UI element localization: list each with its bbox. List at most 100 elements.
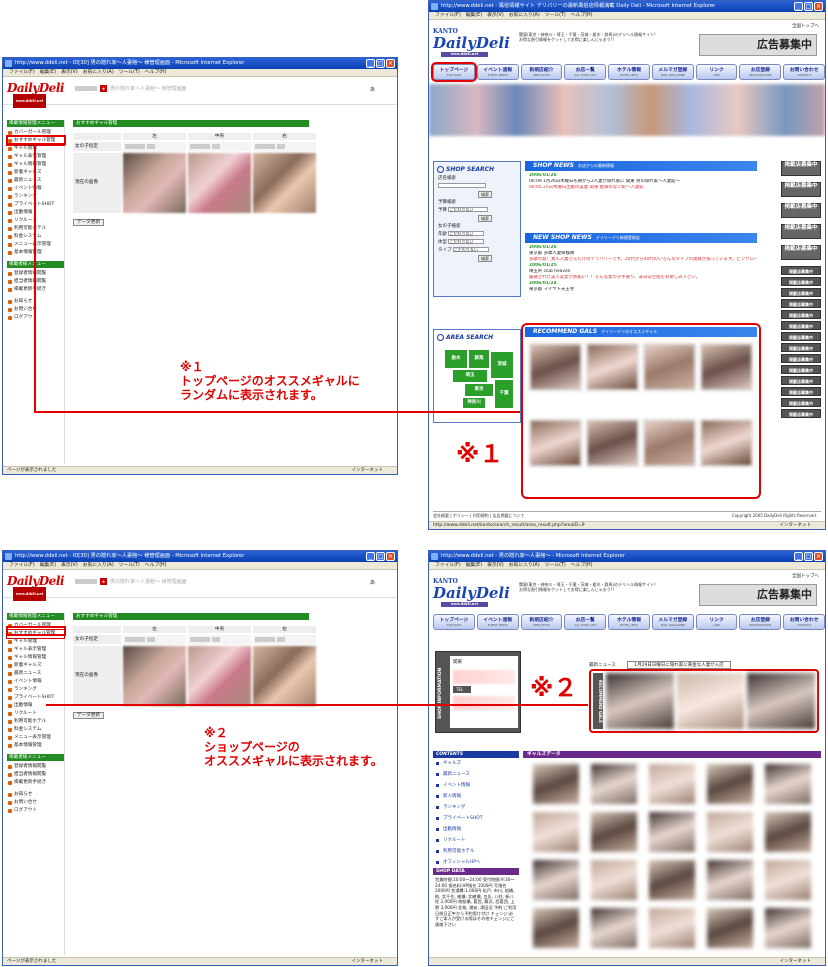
pref-gunma[interactable]: 群馬 <box>468 349 490 369</box>
gal-photo[interactable] <box>765 764 811 804</box>
news-item[interactable]: 00:05 25日木曜日出勤の美妻 関東 姫様のない妃〜人妻館 <box>525 185 757 191</box>
gal-photo[interactable] <box>533 860 579 900</box>
menu-favorites[interactable]: お気に入り(A) <box>509 562 540 569</box>
recommend-gal-photo[interactable] <box>643 419 696 467</box>
nav-button[interactable]: お問い合わせ CONTACT <box>783 614 825 630</box>
nav-button[interactable]: お店登録 REGISTRATION <box>739 614 782 630</box>
close-button[interactable]: × <box>814 552 823 561</box>
nav-button[interactable]: 新規店紹介 NEW SHOP <box>520 614 563 630</box>
menu-help[interactable]: ヘルプ(H) <box>145 69 167 76</box>
recommend-gal-photo[interactable] <box>586 343 639 391</box>
girl-select-left[interactable] <box>123 142 186 151</box>
nav-button[interactable]: お店一覧 ALL SHOP LIST <box>564 64 607 80</box>
sidebar-item[interactable]: お知らせ <box>7 791 64 799</box>
gal-photo[interactable] <box>649 908 695 948</box>
sidebar-item[interactable]: ログアウト <box>7 807 64 815</box>
name-search-input[interactable] <box>438 183 486 188</box>
maximize-button[interactable]: □ <box>376 59 385 68</box>
site-logo[interactable]: KANTO DailyDeli www.ddeli.net <box>433 28 515 57</box>
contents-item[interactable]: 新人情報 <box>433 791 519 802</box>
sidebar-item[interactable]: ギャル情報管理 <box>7 654 64 662</box>
news-item[interactable]: 多摩市発！素人人妻さんだけのデリバリーです。20代から40代のいろんなタイプの奥… <box>525 257 757 263</box>
recommend-gal-photo[interactable] <box>676 673 745 729</box>
pref-kanagawa[interactable]: 神奈川 <box>462 397 486 409</box>
recommend-gal-photo[interactable] <box>606 673 674 729</box>
recommend-gal-photo[interactable] <box>586 419 639 467</box>
news-item[interactable]: 東京都 マイヤト天王寺 <box>525 287 757 293</box>
gal-photo[interactable] <box>649 812 695 852</box>
contents-item[interactable]: オフィシャルHPへ <box>433 857 519 868</box>
sidebar-item[interactable]: 料金システム <box>7 726 64 734</box>
gal-photo[interactable] <box>591 908 637 948</box>
gal-photo[interactable] <box>707 812 753 852</box>
ad-slot-large[interactable]: 掲載店募集中 <box>781 161 821 176</box>
pref-ibaraki[interactable]: 茨城 <box>490 351 514 379</box>
ad-slot-large[interactable]: 掲載店募集中 <box>781 245 821 260</box>
menu-help[interactable]: ヘルプ(H) <box>145 562 167 569</box>
sidebar-item[interactable]: 新着ギャルズ <box>7 662 64 670</box>
maximize-button[interactable]: □ <box>804 552 813 561</box>
recommend-gal-photo[interactable] <box>747 673 816 729</box>
gal-photo[interactable] <box>765 908 811 948</box>
ad-slot-large[interactable]: 掲載店募集中 <box>781 182 821 197</box>
update-button[interactable]: データ更新 <box>73 219 104 226</box>
gal-photo[interactable] <box>533 812 579 852</box>
nav-button[interactable]: お問い合わせ CONTACT <box>783 64 825 80</box>
contents-item[interactable]: 出勤情報 <box>433 824 519 835</box>
update-button[interactable]: データ更新 <box>73 712 104 719</box>
ad-slot-small[interactable]: 掲載店募集中 <box>781 409 821 418</box>
type-select[interactable]: こだわりない <box>452 247 489 252</box>
menu-favorites[interactable]: お気に入り(A) <box>509 12 540 19</box>
gal-photo[interactable] <box>765 812 811 852</box>
recommend-gal-photo[interactable] <box>529 343 582 391</box>
gal-photo[interactable] <box>765 860 811 900</box>
gal-photo[interactable] <box>533 764 579 804</box>
nav-button[interactable]: イベント速報 EVENT NEWS <box>476 64 519 80</box>
ad-slot-small[interactable]: 掲載店募集中 <box>781 277 821 286</box>
ad-banner[interactable]: 広告募集中 <box>699 34 817 56</box>
recommend-gal-photo[interactable] <box>700 419 753 467</box>
minimize-button[interactable]: _ <box>366 552 375 561</box>
menu-help[interactable]: ヘルプ(H) <box>571 12 593 19</box>
menu-edit[interactable]: 編集(E) <box>466 562 482 569</box>
sidebar-item[interactable]: 登録者情報閲覧 <box>7 763 64 771</box>
search-button[interactable]: 検索 <box>478 191 492 198</box>
ad-slot-small[interactable]: 掲載店募集中 <box>781 332 821 341</box>
nav-button[interactable]: トップページ TOP PAGE <box>431 62 477 82</box>
to-top-link[interactable]: 全国トップへ <box>792 23 819 29</box>
nav-button[interactable]: ホテル情報 HOTEL INFO <box>608 614 650 630</box>
contents-item[interactable]: ランキング <box>433 802 519 813</box>
menu-view[interactable]: 表示(V) <box>61 69 78 76</box>
gal-photo[interactable] <box>707 860 753 900</box>
ad-slot-small[interactable]: 掲載店募集中 <box>781 310 821 319</box>
nav-button[interactable]: ホテル情報 HOTEL INFO <box>608 64 650 80</box>
ad-slot-small[interactable]: 掲載店募集中 <box>781 266 821 275</box>
ad-slot-small[interactable]: 掲載店募集中 <box>781 343 821 352</box>
menu-file[interactable]: ファイル(F) <box>9 562 35 569</box>
girl-select-center[interactable] <box>188 635 251 644</box>
pref-saitama[interactable]: 埼玉 <box>452 369 488 383</box>
nav-button[interactable]: リンク LINK <box>695 614 738 630</box>
sidebar-item[interactable]: イベント情報 <box>7 678 64 686</box>
nav-button[interactable]: メルマガ登録 MAIL MAGAZINE <box>651 64 694 80</box>
contents-item[interactable]: 利用可能ホテル <box>433 846 519 857</box>
nav-button[interactable]: お店登録 REGISTRATION <box>739 64 782 80</box>
recommend-gal-photo[interactable] <box>700 343 753 391</box>
pref-tochigi[interactable]: 栃木 <box>444 349 468 369</box>
contents-item[interactable]: イベント情報 <box>433 780 519 791</box>
age-select[interactable]: こだわりない <box>448 231 485 236</box>
ad-banner[interactable]: 広告募集中 <box>699 584 817 606</box>
menu-edit[interactable]: 編集(E) <box>40 562 56 569</box>
ad-slot-small[interactable]: 掲載店募集中 <box>781 288 821 297</box>
menu-view[interactable]: 表示(V) <box>487 12 504 19</box>
pref-chiba[interactable]: 千葉 <box>494 379 514 409</box>
ad-slot-small[interactable]: 掲載店募集中 <box>781 387 821 396</box>
ad-slot-small[interactable]: 掲載店募集中 <box>781 398 821 407</box>
close-mark[interactable]: あ <box>370 86 375 93</box>
to-top-link[interactable]: 全国トップへ <box>792 573 819 579</box>
contents-item[interactable]: リクルート <box>433 835 519 846</box>
nav-button[interactable]: 新規店紹介 NEW SHOP <box>520 64 563 80</box>
girl-select-left[interactable] <box>123 635 186 644</box>
menu-edit[interactable]: 編集(E) <box>40 69 56 76</box>
ad-slot-small[interactable]: 掲載店募集中 <box>781 354 821 363</box>
